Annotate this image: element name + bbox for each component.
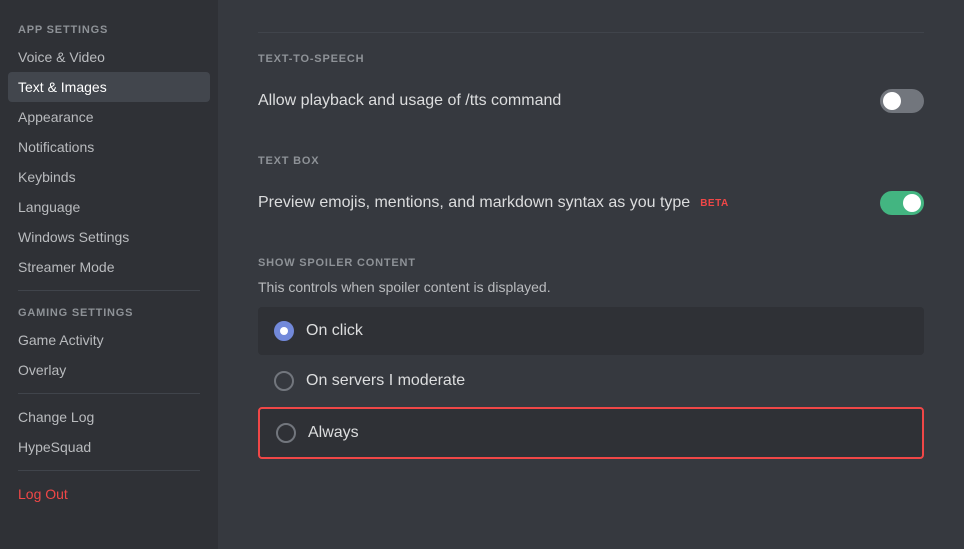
sidebar-item-label: Game Activity (18, 332, 104, 348)
radio-label-always: Always (308, 424, 359, 442)
sidebar-item-hypesquad[interactable]: HypeSquad (8, 432, 210, 462)
textbox-section: TEXT BOX Preview emojis, mentions, and m… (258, 155, 924, 229)
radio-option-on-click[interactable]: On click (258, 307, 924, 355)
tts-section: TEXT-TO-SPEECH Allow playback and usage … (258, 53, 924, 127)
toggle-knob (883, 92, 901, 110)
check-icon: ✓ (907, 195, 918, 211)
radio-option-always[interactable]: Always (258, 407, 924, 459)
sidebar-item-language[interactable]: Language (8, 192, 210, 222)
tts-setting-text: Allow playback and usage of /tts command (258, 92, 561, 110)
sidebar-item-label: HypeSquad (18, 439, 91, 455)
sidebar-item-label: Change Log (18, 409, 94, 425)
sidebar-item-notifications[interactable]: Notifications (8, 132, 210, 162)
sidebar-item-streamer-mode[interactable]: Streamer Mode (8, 252, 210, 282)
sidebar-item-game-activity[interactable]: Game Activity (8, 325, 210, 355)
spoiler-description: This controls when spoiler content is di… (258, 279, 924, 295)
sidebar-item-label: Language (18, 199, 80, 215)
sidebar-item-label: Text & Images (18, 79, 107, 95)
sidebar-item-label: Keybinds (18, 169, 76, 185)
sidebar: APP SETTINGS Voice & Video Text & Images… (0, 0, 218, 549)
sidebar-divider (18, 290, 200, 291)
sidebar-item-text-images[interactable]: Text & Images (8, 72, 210, 102)
spoiler-section: SHOW SPOILER CONTENT This controls when … (258, 257, 924, 461)
sidebar-item-appearance[interactable]: Appearance (8, 102, 210, 132)
sidebar-item-label: Log Out (18, 486, 68, 502)
radio-group: On click On servers I moderate Always (258, 307, 924, 461)
textbox-setting-row: Preview emojis, mentions, and markdown s… (258, 177, 924, 229)
sidebar-item-voice-video[interactable]: Voice & Video (8, 42, 210, 72)
sidebar-divider-3 (18, 470, 200, 471)
radio-circle-on-click (274, 321, 294, 341)
sidebar-item-logout[interactable]: Log Out (8, 479, 210, 509)
sidebar-item-label: Notifications (18, 139, 94, 155)
tts-section-label: TEXT-TO-SPEECH (258, 53, 924, 65)
app-settings-label: APP SETTINGS (8, 16, 210, 40)
sidebar-item-change-log[interactable]: Change Log (8, 402, 210, 432)
sidebar-item-label: Windows Settings (18, 229, 129, 245)
textbox-toggle[interactable]: ✓ (880, 191, 924, 215)
radio-circle-on-servers (274, 371, 294, 391)
gaming-settings-label: GAMING SETTINGS (8, 299, 210, 323)
radio-circle-always (276, 423, 296, 443)
sidebar-divider-2 (18, 393, 200, 394)
radio-label-on-servers: On servers I moderate (306, 372, 465, 390)
textbox-setting-text: Preview emojis, mentions, and markdown s… (258, 194, 729, 212)
sidebar-item-overlay[interactable]: Overlay (8, 355, 210, 385)
radio-option-on-servers[interactable]: On servers I moderate (258, 357, 924, 405)
sidebar-item-label: Voice & Video (18, 49, 105, 65)
beta-badge: BETA (700, 198, 728, 209)
textbox-section-label: TEXT BOX (258, 155, 924, 167)
sidebar-item-windows-settings[interactable]: Windows Settings (8, 222, 210, 252)
spoiler-section-label: SHOW SPOILER CONTENT (258, 257, 924, 269)
main-content: TEXT-TO-SPEECH Allow playback and usage … (218, 0, 964, 549)
sidebar-item-label: Appearance (18, 109, 94, 125)
x-icon: ✕ (906, 93, 918, 110)
tts-toggle[interactable]: ✕ (880, 89, 924, 113)
tts-setting-row: Allow playback and usage of /tts command… (258, 75, 924, 127)
radio-inner (280, 327, 288, 335)
sidebar-item-label: Overlay (18, 362, 66, 378)
top-divider (258, 32, 924, 33)
sidebar-item-label: Streamer Mode (18, 259, 114, 275)
radio-label-on-click: On click (306, 322, 363, 340)
sidebar-item-keybinds[interactable]: Keybinds (8, 162, 210, 192)
